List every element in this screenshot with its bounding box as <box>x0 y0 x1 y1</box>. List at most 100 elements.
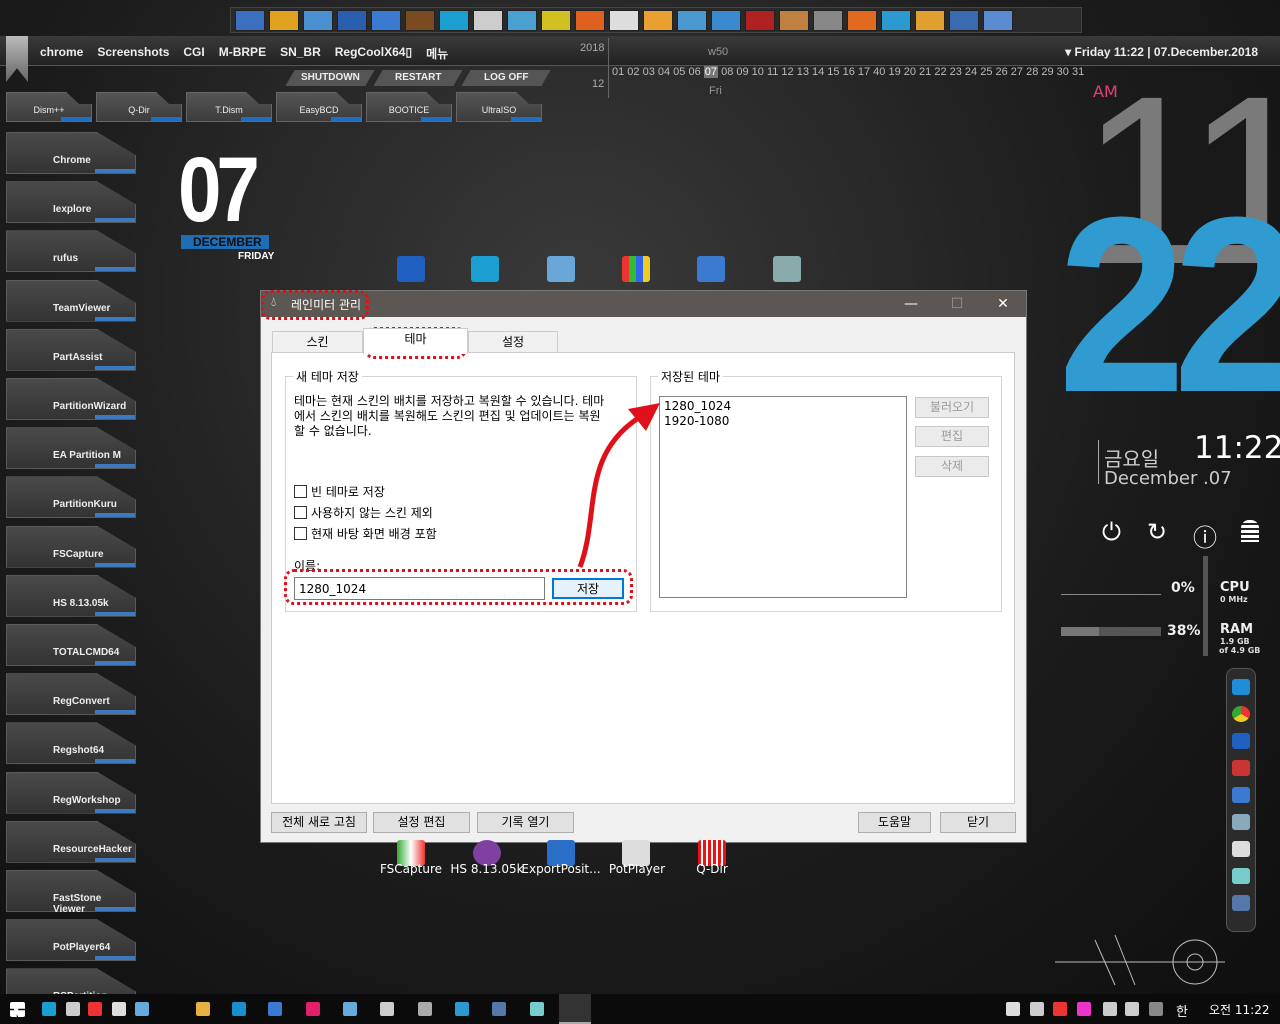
menu-item[interactable]: M-BRPE <box>219 45 266 62</box>
checkbox-include-wallpaper[interactable]: 현재 바탕 화면 배경 포함 <box>294 525 437 542</box>
taskbar-icon[interactable] <box>1006 1002 1020 1016</box>
taskbar-icon[interactable] <box>232 1002 246 1016</box>
taskbar-icon[interactable] <box>88 1002 102 1016</box>
taskbar-icon[interactable] <box>1103 1002 1117 1016</box>
launcher-icon[interactable] <box>881 10 911 31</box>
taskbar-icon[interactable] <box>196 1002 210 1016</box>
tile-button[interactable]: BOOTICE <box>366 92 452 122</box>
taskbar-icon[interactable] <box>306 1002 320 1016</box>
tab-settings[interactable]: 설정 <box>468 331 558 353</box>
launcher-icon[interactable] <box>541 10 571 31</box>
sidebar-item[interactable]: Chrome <box>6 132 136 174</box>
taskbar-icon[interactable] <box>1125 1002 1139 1016</box>
app-icon[interactable] <box>1232 895 1250 911</box>
shutdown-button[interactable]: SHUTDOWN <box>285 70 375 86</box>
menu-item[interactable]: SN_BR <box>280 45 321 62</box>
restart-button[interactable]: RESTART <box>373 70 463 86</box>
restart-icon[interactable]: ↻ <box>1147 518 1167 546</box>
checkbox-exclude-unused[interactable]: 사용하지 않는 스킨 제외 <box>294 504 433 521</box>
launcher-icon[interactable] <box>711 10 741 31</box>
app-icon[interactable] <box>1232 841 1250 857</box>
launcher-icon[interactable] <box>473 10 503 31</box>
sidebar-item[interactable]: PartAssist <box>6 328 136 371</box>
launcher-icon[interactable] <box>507 10 537 31</box>
taskbar-icon[interactable] <box>112 1002 126 1016</box>
app-icon[interactable] <box>1232 787 1250 803</box>
launcher-icon[interactable] <box>847 10 877 31</box>
taskbar-icon[interactable] <box>268 1002 282 1016</box>
help-button[interactable]: 도움말 <box>858 812 931 833</box>
menu-item[interactable]: 메뉴 <box>426 45 448 62</box>
list-item[interactable]: 1920-1080 <box>664 414 902 429</box>
sidebar-item[interactable]: RegWorkshop <box>6 771 136 814</box>
taskbar-icon[interactable] <box>135 1002 149 1016</box>
launcher-icon[interactable] <box>371 10 401 31</box>
open-log-button[interactable]: 기록 열기 <box>477 812 574 833</box>
taskbar-icon[interactable] <box>42 1002 56 1016</box>
launcher-icon[interactable] <box>813 10 843 31</box>
minimize-button[interactable]: — <box>888 291 934 317</box>
desktop-icon-label[interactable]: FSCapture <box>371 862 451 876</box>
checkbox-empty-theme[interactable]: 빈 테마로 저장 <box>294 483 385 500</box>
app-icon[interactable] <box>697 256 725 282</box>
launcher-icon[interactable] <box>745 10 775 31</box>
saved-themes-list[interactable]: 1280_1024 1920-1080 <box>659 396 907 598</box>
taskbar-icon[interactable] <box>343 1002 357 1016</box>
app-icon[interactable] <box>1232 733 1250 749</box>
menu-item[interactable]: CGI <box>183 45 204 62</box>
desktop-icon-label[interactable]: HS 8.13.05k <box>447 862 527 876</box>
app-icon[interactable] <box>397 256 425 282</box>
chrome-icon[interactable] <box>1232 706 1250 722</box>
taskbar-icon[interactable] <box>1077 1002 1091 1016</box>
launcher-icon[interactable] <box>643 10 673 31</box>
tile-button[interactable]: EasyBCD <box>276 92 362 122</box>
sidebar-item[interactable]: ResourceHacker <box>6 820 136 863</box>
sidebar-item[interactable]: RegConvert <box>6 673 136 716</box>
taskbar-rainmeter-active[interactable] <box>559 994 591 1024</box>
launcher-icon[interactable] <box>405 10 435 31</box>
launcher-icon[interactable] <box>677 10 707 31</box>
close-dialog-button[interactable]: 닫기 <box>940 812 1016 833</box>
sidebar-item[interactable]: FSCapture <box>6 525 136 568</box>
sidebar-item[interactable]: Regshot64 <box>6 722 136 765</box>
launcher-icon[interactable] <box>439 10 469 31</box>
taskbar-icon[interactable] <box>1053 1002 1067 1016</box>
logoff-icon[interactable]: ⓘ <box>1193 518 1217 553</box>
taskbar-icon[interactable] <box>380 1002 394 1016</box>
power-icon[interactable]: ⏻ <box>1102 518 1121 546</box>
taskbar-icon[interactable] <box>530 1002 544 1016</box>
windows-icon[interactable] <box>622 256 650 282</box>
sidebar-item[interactable]: PartitionKuru <box>6 476 136 519</box>
start-button[interactable] <box>10 1002 25 1017</box>
sidebar-item[interactable]: PartitionWizard <box>6 378 136 420</box>
sidebar-item[interactable]: TOTALCMD64 <box>6 624 136 666</box>
taskbar-icon[interactable] <box>455 1002 469 1016</box>
desktop-icon-label[interactable]: PotPlayer <box>597 862 677 876</box>
sidebar-item[interactable]: EA Partition M <box>6 427 136 470</box>
app-icon[interactable] <box>471 256 499 282</box>
app-icon[interactable] <box>1232 868 1250 884</box>
launcher-icon[interactable] <box>915 10 945 31</box>
computer-icon[interactable] <box>1232 814 1250 830</box>
home-icon[interactable] <box>6 36 28 82</box>
ie-icon[interactable] <box>1232 679 1250 695</box>
tile-button[interactable]: Dism++ <box>6 92 92 122</box>
taskbar-icon[interactable] <box>492 1002 506 1016</box>
menu-item[interactable]: RegCoolX64▯ <box>335 45 412 62</box>
launcher-icon[interactable] <box>779 10 809 31</box>
delete-button[interactable]: 삭제 <box>915 456 989 477</box>
launcher-icon[interactable] <box>609 10 639 31</box>
launcher-icon[interactable] <box>575 10 605 31</box>
desktop-icon-label[interactable]: ExportPosit... <box>516 862 606 876</box>
load-button[interactable]: 불러오기 <box>915 397 989 418</box>
sidebar-item[interactable]: rufus <box>6 230 136 273</box>
app-icon[interactable] <box>1232 760 1250 776</box>
refresh-all-button[interactable]: 전체 새로 고침 <box>271 812 367 833</box>
settings-icon[interactable] <box>773 256 801 282</box>
taskbar-clock[interactable]: 오전 11:22 <box>1209 1001 1269 1018</box>
taskbar-icon[interactable] <box>1030 1002 1044 1016</box>
sidebar-item[interactable]: FastStone Viewer <box>6 870 136 912</box>
tile-button[interactable]: UltraISO <box>456 92 542 122</box>
taskbar-icon[interactable] <box>418 1002 432 1016</box>
logoff-button[interactable]: LOG OFF <box>461 70 551 86</box>
